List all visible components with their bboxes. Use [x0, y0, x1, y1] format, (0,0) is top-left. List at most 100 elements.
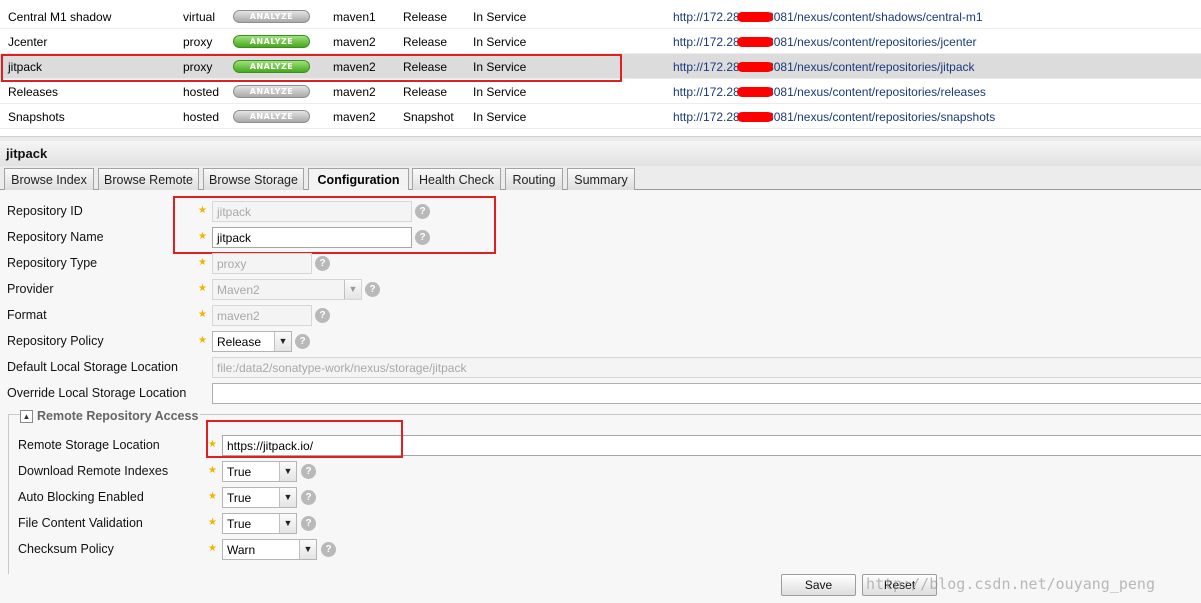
repo-status-cell: In Service [473, 10, 527, 24]
redaction-mark [737, 36, 774, 47]
repo-url-link[interactable]: http://172.28. 8081/nexus/content/shadows… [673, 10, 983, 24]
redaction-mark [737, 61, 774, 72]
repository-id-field[interactable]: jitpack [212, 201, 412, 222]
repo-url-link[interactable]: http://172.28. 8081/nexus/content/reposit… [673, 35, 977, 49]
repo-type-cell: virtual [183, 10, 216, 24]
chevron-down-icon: ▼ [279, 514, 296, 533]
analyze-button[interactable]: ANALYZE [233, 85, 310, 98]
checksum-policy-select[interactable]: Warn ▼ [222, 539, 317, 560]
help-icon[interactable]: ? [415, 230, 430, 245]
required-star-icon: ★ [198, 231, 207, 242]
analyze-button[interactable]: ANALYZE [233, 35, 310, 48]
repo-url-end: 8081/nexus/content/repositories/snapshot… [767, 110, 996, 124]
repo-url-link[interactable]: http://172.28. 8081/nexus/content/reposit… [673, 60, 975, 74]
repository-policy-select[interactable]: Release ▼ [212, 331, 292, 352]
provider-label: Provider [7, 282, 54, 296]
analyze-button[interactable]: ANALYZE [233, 10, 310, 23]
help-icon[interactable]: ? [321, 542, 336, 557]
table-row[interactable]: Central M1 shadow virtual maven1 Release In … [0, 4, 1201, 29]
remote-location-field[interactable]: https://jitpack.io/ [222, 435, 1201, 456]
required-star-icon: ★ [208, 517, 217, 528]
provider-value: Maven2 [217, 283, 260, 297]
required-star-icon: ★ [198, 309, 207, 320]
repo-policy-cell: Release [403, 10, 448, 24]
repo-type-cell: proxy [183, 60, 213, 74]
required-star-icon: ★ [208, 439, 217, 450]
tab-routing[interactable]: Routing [505, 168, 563, 190]
redaction-mark [737, 111, 774, 122]
detail-panel-title: jitpack [0, 141, 1201, 166]
repo-url-end: 8081/nexus/content/shadows/central-m1 [767, 10, 983, 24]
repo-status-cell: In Service [473, 110, 527, 124]
redaction-mark [737, 86, 774, 97]
required-star-icon: ★ [198, 205, 207, 216]
analyze-cell: ANALYZE [233, 85, 310, 98]
tab-health-check[interactable]: Health Check [412, 168, 501, 190]
repo-url-link[interactable]: http://172.28. 8081/nexus/content/reposit… [673, 110, 995, 124]
repo-policy-cell: Snapshot [403, 110, 454, 124]
help-icon[interactable]: ? [415, 204, 430, 219]
table-row[interactable]: Releases hosted maven2 Release In Service ANA… [0, 79, 1201, 104]
help-icon[interactable]: ? [301, 516, 316, 531]
required-star-icon: ★ [198, 283, 207, 294]
tab-summary[interactable]: Summary [567, 168, 635, 190]
remote-access-title: Remote Repository Access [37, 409, 199, 423]
repository-name-field[interactable]: jitpack [212, 227, 412, 248]
required-star-icon: ★ [208, 491, 217, 502]
repo-url-end: 8081/nexus/content/repositories/jcenter [767, 35, 977, 49]
repo-url-link[interactable]: http://172.28. 8081/nexus/content/reposit… [673, 85, 986, 99]
repository-policy-value: Release [217, 335, 262, 349]
help-icon[interactable]: ? [295, 334, 310, 349]
analyze-cell: ANALYZE [233, 10, 310, 23]
repository-id-label: Repository ID [7, 204, 83, 218]
auto-blocking-select[interactable]: True ▼ [222, 487, 297, 508]
override-storage-field[interactable] [212, 383, 1201, 404]
repo-format-cell: maven2 [333, 35, 376, 49]
tab-browse-index[interactable]: Browse Index [4, 168, 94, 190]
repo-type-cell: proxy [183, 35, 213, 49]
repo-status-cell: In Service [473, 35, 527, 49]
download-indexes-label: Download Remote Indexes [18, 464, 169, 478]
repo-url-end: 8081/nexus/content/repositories/jitpack [767, 60, 975, 74]
help-icon[interactable]: ? [301, 464, 316, 479]
analyze-button[interactable]: ANALYZE [233, 110, 310, 123]
tab-configuration[interactable]: Configuration [308, 168, 409, 191]
repo-name-cell: jitpack [8, 60, 43, 74]
table-row[interactable]: jitpack proxy maven2 Release In Service ANALY… [0, 54, 1201, 79]
save-button[interactable]: Save [781, 574, 856, 596]
collapse-icon[interactable]: ▲ [20, 409, 33, 423]
chevron-down-icon: ▼ [279, 462, 296, 481]
help-icon[interactable]: ? [315, 308, 330, 323]
help-icon[interactable]: ? [301, 490, 316, 505]
required-star-icon: ★ [198, 257, 207, 268]
repo-policy-cell: Release [403, 60, 448, 74]
provider-select[interactable]: Maven2 ▼ [212, 279, 362, 300]
tab-browse-storage[interactable]: Browse Storage [203, 168, 304, 190]
repository-type-field[interactable]: proxy [212, 253, 312, 274]
remote-access-legend[interactable]: ▲ Remote Repository Access [20, 409, 201, 423]
format-field[interactable]: maven2 [212, 305, 312, 326]
repo-format-cell: maven2 [333, 60, 376, 74]
override-storage-label: Override Local Storage Location [7, 386, 187, 400]
help-icon[interactable]: ? [365, 282, 380, 297]
file-validation-select[interactable]: True ▼ [222, 513, 297, 534]
repo-url-start: http://172.28. [673, 60, 744, 74]
table-row[interactable]: Snapshots hosted maven2 Snapshot In Service A… [0, 104, 1201, 129]
analyze-button[interactable]: ANALYZE [233, 60, 310, 73]
required-star-icon: ★ [208, 543, 217, 554]
repository-name-label: Repository Name [7, 230, 104, 244]
repo-name-cell: Releases [8, 85, 59, 99]
repo-format-cell: maven2 [333, 110, 376, 124]
redaction-mark [737, 11, 774, 22]
tab-browse-remote[interactable]: Browse Remote [98, 168, 199, 190]
reset-button[interactable]: Reset [862, 574, 937, 596]
default-storage-field[interactable]: file:/data2/sonatype-work/nexus/storage/… [212, 357, 1201, 378]
download-indexes-select[interactable]: True ▼ [222, 461, 297, 482]
required-star-icon: ★ [208, 465, 217, 476]
repo-format-cell: maven1 [333, 10, 376, 24]
repository-table: Central M1 shadow virtual maven1 Release In … [0, 4, 1201, 129]
remote-location-label: Remote Storage Location [18, 438, 160, 452]
table-row[interactable]: Jcenter proxy maven2 Release In Service ANALY… [0, 29, 1201, 54]
chevron-down-icon: ▼ [299, 540, 316, 559]
help-icon[interactable]: ? [315, 256, 330, 271]
